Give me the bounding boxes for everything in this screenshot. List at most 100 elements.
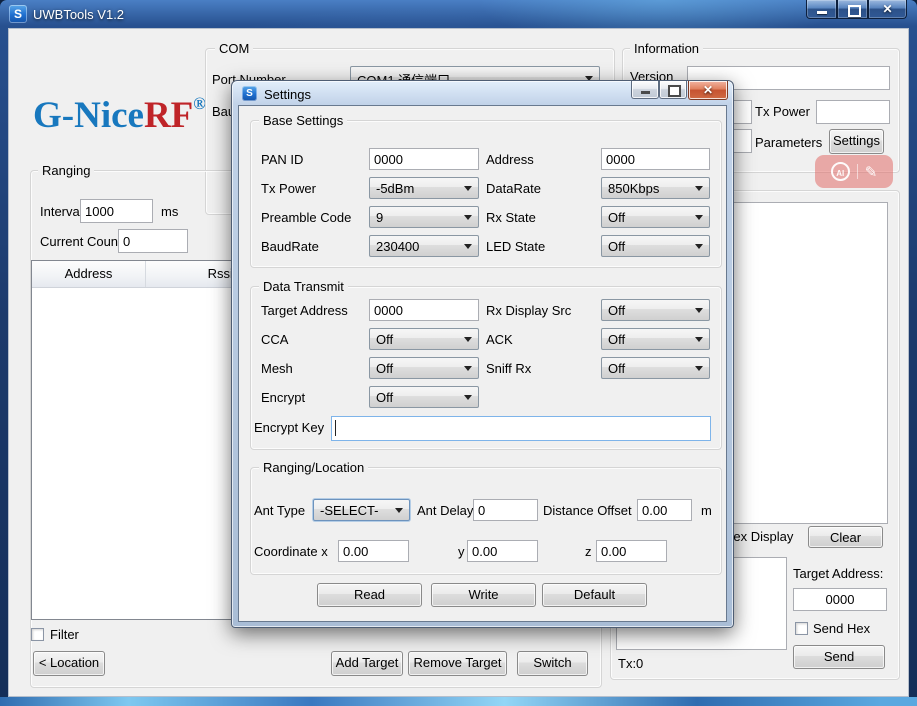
filter-checkbox[interactable] bbox=[31, 628, 44, 641]
interval-field[interactable] bbox=[80, 199, 153, 223]
main-window: S UWBTools V1.2 ✕ G-NiceRF® COM Port Num… bbox=[0, 0, 917, 706]
datarate-select[interactable]: 850Kbps bbox=[601, 177, 710, 199]
ai-icon: AI bbox=[831, 162, 850, 181]
dlg-target-address-field[interactable] bbox=[369, 299, 479, 321]
dialog-close-button[interactable]: ✕ bbox=[688, 81, 728, 100]
ant-type-select[interactable]: -SELECT- bbox=[313, 499, 410, 521]
encrypt-label: Encrypt bbox=[261, 390, 305, 405]
address-field[interactable] bbox=[601, 148, 710, 170]
write-button[interactable]: Write bbox=[431, 583, 536, 607]
encrypt-select[interactable]: Off bbox=[369, 386, 479, 408]
rx-display-src-value: Off bbox=[608, 303, 625, 318]
minimize-button[interactable] bbox=[806, 0, 837, 19]
switch-button[interactable]: Switch bbox=[517, 651, 588, 676]
chevron-down-icon bbox=[695, 308, 703, 313]
rx-display-src-select[interactable]: Off bbox=[601, 299, 710, 321]
address-label: Address bbox=[486, 152, 534, 167]
mesh-label: Mesh bbox=[261, 361, 293, 376]
remove-target-button[interactable]: Remove Target bbox=[408, 651, 507, 676]
information-group-title: Information bbox=[630, 41, 703, 56]
led-state-label: LED State bbox=[486, 239, 545, 254]
ai-watermark-badge: AI ✎ bbox=[815, 155, 893, 188]
dialog-maximize-button[interactable] bbox=[659, 81, 687, 99]
dialog-app-icon: S bbox=[242, 86, 257, 101]
coordinate-y-label: y bbox=[458, 544, 465, 559]
target-address-field[interactable] bbox=[793, 588, 887, 611]
settings-button[interactable]: Settings bbox=[829, 129, 884, 154]
chevron-down-icon bbox=[464, 186, 472, 191]
close-button[interactable]: ✕ bbox=[868, 0, 907, 19]
ant-type-label: Ant Type bbox=[254, 503, 305, 518]
sniff-rx-select[interactable]: Off bbox=[601, 357, 710, 379]
preamble-code-select[interactable]: 9 bbox=[369, 206, 479, 228]
maximize-icon bbox=[848, 5, 861, 17]
rx-state-label: Rx State bbox=[486, 210, 536, 225]
current-count-field[interactable] bbox=[118, 229, 188, 253]
led-state-select[interactable]: Off bbox=[601, 235, 710, 257]
interval-label: Interval bbox=[40, 204, 83, 219]
pan-id-field[interactable] bbox=[369, 148, 479, 170]
add-target-button[interactable]: Add Target bbox=[331, 651, 403, 676]
close-icon: ✕ bbox=[869, 0, 906, 18]
logo-blue-text: G-Nice bbox=[33, 95, 144, 136]
logo-red-text: RF bbox=[144, 95, 193, 136]
dialog-minimize-button[interactable] bbox=[631, 81, 659, 99]
ranging-group-title: Ranging bbox=[38, 163, 94, 178]
preamble-code-label: Preamble Code bbox=[261, 210, 351, 225]
interval-unit-label: ms bbox=[161, 204, 178, 219]
rx-state-value: Off bbox=[608, 210, 625, 225]
table-header-address[interactable]: Address bbox=[32, 261, 146, 287]
badge-divider bbox=[857, 164, 858, 179]
coordinate-x-label: Coordinate x bbox=[254, 544, 328, 559]
dlg-tx-power-label: Tx Power bbox=[261, 181, 316, 196]
default-button[interactable]: Default bbox=[542, 583, 647, 607]
cca-label: CCA bbox=[261, 332, 288, 347]
send-hex-checkbox[interactable] bbox=[795, 622, 808, 635]
ack-select[interactable]: Off bbox=[601, 328, 710, 350]
distance-offset-field[interactable] bbox=[637, 499, 692, 521]
tx-power-select[interactable]: -5dBm bbox=[369, 177, 479, 199]
send-hex-label: Send Hex bbox=[813, 621, 870, 636]
encrypt-key-label: Encrypt Key bbox=[254, 420, 324, 435]
chevron-down-icon bbox=[695, 337, 703, 342]
ant-delay-field[interactable] bbox=[473, 499, 538, 521]
cca-select[interactable]: Off bbox=[369, 328, 479, 350]
sniff-rx-label: Sniff Rx bbox=[486, 361, 531, 376]
send-button[interactable]: Send bbox=[793, 645, 885, 669]
coordinate-z-label: z bbox=[585, 544, 592, 559]
dialog-close-icon: ✕ bbox=[689, 81, 727, 99]
maximize-button[interactable] bbox=[837, 0, 868, 19]
chevron-down-icon bbox=[464, 244, 472, 249]
baudrate-select[interactable]: 230400 bbox=[369, 235, 479, 257]
pan-id-label: PAN ID bbox=[261, 152, 303, 167]
led-state-value: Off bbox=[608, 239, 625, 254]
cca-value: Off bbox=[376, 332, 393, 347]
main-titlebar: S UWBTools V1.2 ✕ bbox=[0, 0, 917, 28]
chevron-down-icon bbox=[395, 508, 403, 513]
encrypt-key-field[interactable] bbox=[331, 416, 711, 441]
mesh-select[interactable]: Off bbox=[369, 357, 479, 379]
chevron-down-icon bbox=[464, 395, 472, 400]
dlg-target-address-label: Target Address bbox=[261, 303, 348, 318]
ack-label: ACK bbox=[486, 332, 513, 347]
clear-button[interactable]: Clear bbox=[808, 526, 883, 548]
coordinate-z-field[interactable] bbox=[596, 540, 667, 562]
chevron-down-icon bbox=[695, 366, 703, 371]
baudrate-value: 230400 bbox=[376, 239, 419, 254]
read-button[interactable]: Read bbox=[317, 583, 422, 607]
chevron-down-icon bbox=[695, 215, 703, 220]
mesh-value: Off bbox=[376, 361, 393, 376]
tx-counter-label: Tx:0 bbox=[618, 656, 643, 671]
ranging-location-title: Ranging/Location bbox=[259, 460, 368, 475]
rx-state-select[interactable]: Off bbox=[601, 206, 710, 228]
hex-display-label: Hex Display bbox=[724, 529, 793, 544]
chevron-down-icon bbox=[695, 244, 703, 249]
window-title: UWBTools V1.2 bbox=[33, 7, 124, 22]
tx-power-label: Tx Power bbox=[755, 104, 810, 119]
tx-power-field[interactable] bbox=[816, 100, 890, 124]
current-count-label: Current Count bbox=[40, 234, 122, 249]
coordinate-y-field[interactable] bbox=[467, 540, 538, 562]
location-button[interactable]: < Location bbox=[33, 651, 105, 676]
coordinate-x-field[interactable] bbox=[338, 540, 409, 562]
parameters-label: Parameters bbox=[755, 135, 822, 150]
